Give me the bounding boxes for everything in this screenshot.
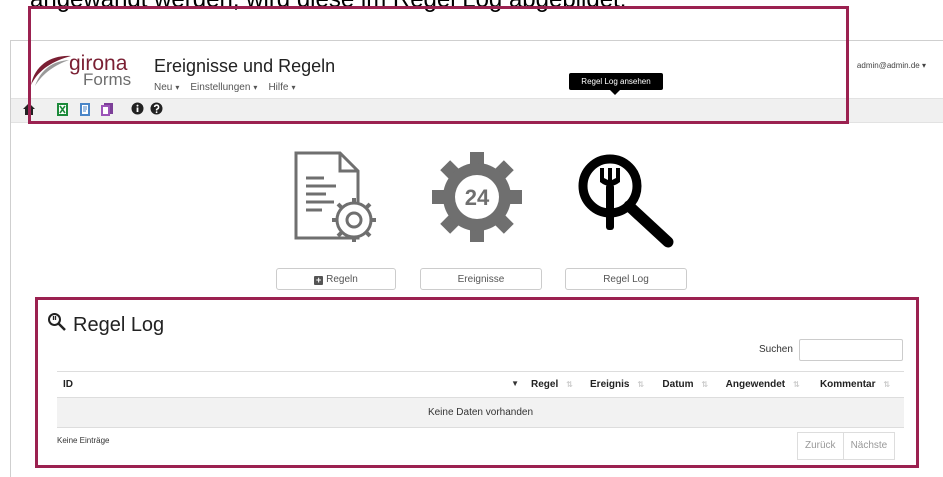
column-header-id-label: ID	[63, 379, 73, 390]
column-header-ereignis[interactable]: Ereignis ⇅	[584, 371, 657, 398]
user-menu[interactable]: admin@admin.de ▾	[857, 61, 926, 70]
rules-button[interactable]: + Regeln	[276, 268, 396, 290]
events-button[interactable]: Ereignisse	[420, 268, 542, 290]
panel-title: Regel Log	[47, 312, 164, 338]
events-button-label: Ereignisse	[457, 274, 505, 285]
sort-icon: ⇅	[637, 380, 645, 389]
rules-button-label: Regeln	[326, 274, 358, 285]
wrench-magnifier-small-icon	[47, 312, 67, 338]
table-row: Keine Daten vorhanden	[57, 397, 904, 428]
log-table: ID ▼ Regel ⇅ Ereignis ⇅ Datum ⇅ Angewendet ⇅ …	[57, 371, 904, 428]
sort-icon: ⇅	[701, 380, 709, 389]
column-header-kommentar-label: Kommentar	[819, 379, 876, 390]
column-header-kommentar[interactable]: Kommentar ⇅	[813, 371, 904, 398]
tooltip: Regel Log ansehen	[569, 73, 663, 95]
column-header-angewendet[interactable]: Angewendet ⇅	[719, 371, 814, 398]
chevron-down-icon: ▾	[921, 61, 926, 70]
log-button[interactable]: Regel Log	[565, 268, 687, 290]
column-header-regel-label: Regel	[531, 379, 559, 390]
search-input[interactable]	[799, 339, 903, 361]
table-header-row: ID ▼ Regel ⇅ Ereignis ⇅ Datum ⇅ Angewendet ⇅ …	[57, 371, 904, 398]
highlight-header-frame	[28, 6, 849, 124]
log-button-label: Regel Log	[603, 274, 649, 285]
prev-page-button[interactable]: Zurück	[797, 432, 844, 460]
column-header-id[interactable]: ID ▼	[57, 371, 525, 398]
column-header-datum[interactable]: Datum ⇅	[656, 371, 720, 398]
gear-24-icon[interactable]: 24	[430, 150, 524, 249]
sort-desc-icon: ▼	[511, 379, 519, 388]
column-header-angewendet-label: Angewendet	[725, 379, 786, 390]
gear-number: 24	[465, 185, 490, 210]
column-header-ereignis-label: Ereignis	[590, 379, 630, 390]
wrench-magnifier-icon[interactable]	[576, 150, 676, 255]
next-page-button[interactable]: Nächste	[843, 432, 896, 460]
sort-icon: ⇅	[793, 380, 800, 389]
empty-table-message: Keine Daten vorhanden	[57, 397, 904, 428]
user-email: admin@admin.de	[856, 61, 920, 70]
table-info: Keine Einträge	[57, 436, 110, 445]
column-header-regel[interactable]: Regel ⇅	[525, 371, 585, 398]
document-gear-icon[interactable]	[292, 150, 382, 250]
sort-icon: ⇅	[566, 380, 573, 389]
search-label: Suchen	[759, 344, 793, 355]
pagination: Zurück Nächste	[797, 432, 896, 460]
column-header-datum-label: Datum	[662, 379, 694, 390]
plus-square-icon: +	[314, 275, 324, 285]
sort-icon: ⇅	[883, 380, 891, 389]
panel-title-text: Regel Log	[73, 313, 165, 336]
